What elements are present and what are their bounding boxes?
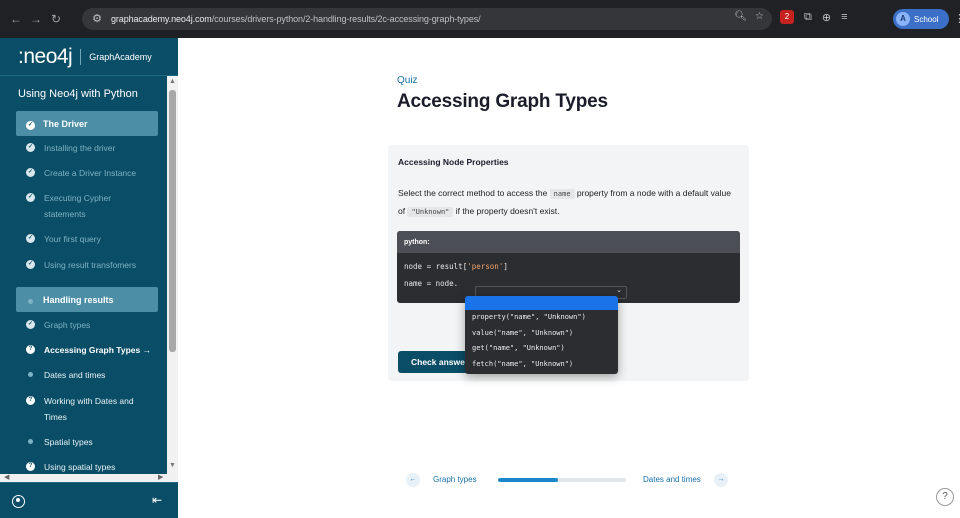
code-line: node = result['person'] [404,262,508,271]
option-get[interactable]: get("name", "Unknown") [465,341,618,357]
inline-code: name [549,189,575,199]
question-title: Accessing Node Properties [398,157,509,167]
profile-button[interactable]: A School [893,9,949,29]
quiz-kicker: Quiz [397,75,418,86]
lesson-spatial-types[interactable]: Spatial types [26,434,166,450]
course-sidebar: :neo4j GraphAcademy Using Neo4j with Pyt… [0,38,178,518]
downloads-icon[interactable]: ⊕ [822,11,831,24]
reload-icon[interactable]: ↻ [48,11,64,27]
check-icon: ✓ [26,143,35,152]
check-icon: ✓ [26,260,35,269]
logo-divider [80,48,82,65]
lesson-result-transformers[interactable]: ✓ Using result transfomers [26,257,166,273]
collapse-sidebar-icon[interactable]: ⇤ [152,493,162,507]
inline-code: "Unknown" [407,207,454,217]
neo4j-logo[interactable]: :neo4j [18,45,73,69]
answer-options-list: property("name", "Unknown") value("name"… [465,296,618,374]
lesson-graph-types[interactable]: ✓ Graph types [26,317,166,333]
next-lesson-button[interactable]: → [714,473,728,487]
lesson-executing-cypher[interactable]: ✓ Executing Cypher statements [26,190,166,222]
progress-fill [498,478,559,482]
question-icon: ? [26,345,35,354]
sidebar-footer: ⇤ [0,482,178,518]
check-icon: ✓ [26,120,35,130]
course-title[interactable]: Using Neo4j with Python [18,88,138,100]
lesson-dot-icon [26,370,35,379]
check-icon: ✓ [26,234,35,243]
logo-row: :neo4j GraphAcademy [0,38,178,76]
question-text: Select the correct method to access the … [398,188,731,217]
extension-icon[interactable]: 2 [780,10,794,24]
lesson-accessing-graph-types[interactable]: ? Accessing Graph Types → [26,342,166,358]
scroll-up-icon[interactable]: ▲ [169,78,176,85]
lesson-installing-the-driver[interactable]: ✓ Installing the driver [26,140,166,156]
course-progress-bar [498,478,626,482]
url-text: graphacademy.neo4j.com/courses/drivers-p… [111,14,481,24]
browser-menu-icon[interactable]: ⋮ [954,12,960,25]
option-property[interactable]: property("name", "Unknown") [465,310,618,326]
scroll-right-icon[interactable]: ▶ [158,473,163,481]
chevron-down-icon: ⌄ [616,287,622,294]
zoom-icon[interactable]: 🔍︎ [734,11,747,22]
progress-dot-icon [26,297,35,306]
lesson-content: Quiz Accessing Graph Types Accessing Nod… [178,38,960,518]
user-account-icon[interactable] [12,495,25,508]
lesson-dates-and-times[interactable]: Dates and times [26,367,166,383]
check-icon: ✓ [26,168,35,177]
question-icon: ? [26,462,35,471]
option-fetch[interactable]: fetch("name", "Unknown") [465,357,618,373]
check-icon: ✓ [26,193,35,202]
check-icon: ✓ [26,320,35,329]
avatar: A [896,12,910,26]
browser-toolbar: ← → ↻ ⚙ graphacademy.neo4j.com/courses/d… [0,0,960,38]
scroll-left-icon[interactable]: ◀ [4,473,9,481]
previous-lesson-button[interactable]: ← [406,473,420,487]
option-value[interactable]: value("name", "Unknown") [465,326,618,342]
sidebar-scroll-thumb[interactable] [169,90,176,352]
forward-icon[interactable]: → [28,11,44,27]
media-icon[interactable]: ≡ [841,11,847,23]
lesson-working-with-dates[interactable]: ? Working with Dates and Times [26,393,166,425]
lesson-first-query[interactable]: ✓ Your first query [26,231,166,247]
question-icon: ? [26,396,35,405]
back-icon[interactable]: ← [8,11,24,27]
scroll-down-icon[interactable]: ▼ [169,462,176,469]
bookmark-star-icon[interactable]: ☆ [755,11,764,22]
site-info-icon[interactable]: ⚙ [89,11,105,27]
code-language: python: [397,231,740,253]
lesson-using-spatial-types[interactable]: ? Using spatial types [26,459,166,475]
module-handling-results[interactable]: Handling results [16,287,158,312]
dropdown-empty-option[interactable] [465,296,618,310]
code-block: python: node = result['person'] name = n… [397,231,740,303]
page-title: Accessing Graph Types [397,91,608,112]
extensions-puzzle-icon[interactable]: ⧉ [804,11,812,24]
code-line: name = node. [404,279,459,288]
graphacademy-label[interactable]: GraphAcademy [89,52,152,62]
sidebar-horizontal-scrollbar[interactable] [0,474,167,482]
lesson-dot-icon [26,437,35,446]
next-lesson-label[interactable]: Dates and times [643,475,701,484]
address-bar[interactable]: ⚙ graphacademy.neo4j.com/courses/drivers… [82,8,772,30]
lesson-create-driver-instance[interactable]: ✓ Create a Driver Instance [26,165,166,181]
help-icon[interactable]: ? [936,488,954,506]
previous-lesson-label[interactable]: Graph types [433,475,477,484]
module-the-driver[interactable]: ✓ The Driver [16,111,158,136]
